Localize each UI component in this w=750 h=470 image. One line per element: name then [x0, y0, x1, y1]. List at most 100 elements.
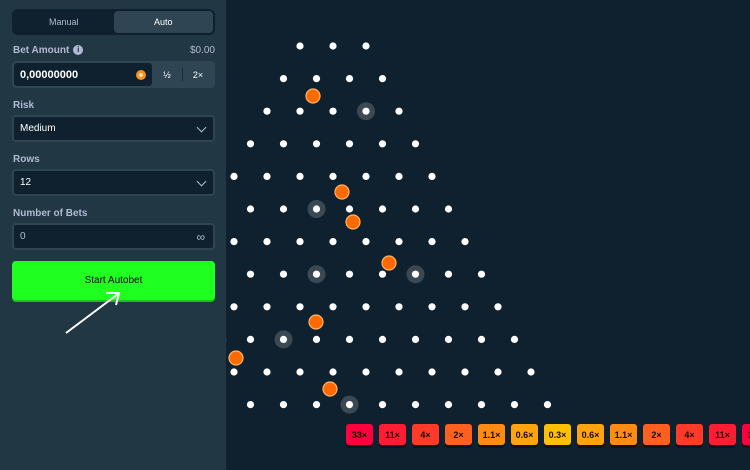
peg [444, 270, 453, 278]
rows-label: Rows [13, 154, 40, 165]
control-sidebar: Manual Auto Bet Amounti $0.00 ½ 2× Risk … [0, 0, 226, 470]
peg [296, 303, 304, 311]
plinko-ball [228, 350, 244, 366]
peg [461, 303, 469, 311]
peg [279, 270, 288, 278]
number-of-bets-input[interactable]: 0 ∞ [12, 223, 215, 250]
peg [395, 368, 403, 376]
multiplier-bin: 0.6× [511, 424, 538, 445]
rows-select[interactable]: 12 [12, 169, 215, 196]
peg [312, 335, 321, 343]
peg-field [226, 42, 552, 414]
half-bet-button[interactable]: ½ [152, 63, 182, 86]
peg [395, 172, 403, 180]
peg [296, 107, 304, 115]
peg [230, 172, 238, 180]
peg [527, 368, 535, 376]
multiplier-bin: 11× [379, 424, 406, 445]
peg [246, 270, 255, 278]
risk-select[interactable]: Medium [12, 115, 215, 142]
peg [329, 42, 337, 50]
peg [494, 368, 502, 376]
peg [378, 205, 387, 213]
peg [477, 401, 486, 409]
infinity-icon[interactable]: ∞ [196, 230, 205, 244]
bet-amount-input[interactable] [14, 63, 152, 86]
plinko-ball [308, 314, 324, 330]
peg [296, 42, 304, 50]
peg [230, 303, 238, 311]
peg [279, 335, 288, 343]
peg [345, 140, 354, 148]
peg [362, 172, 370, 180]
peg [329, 238, 337, 246]
peg [246, 401, 255, 409]
peg [263, 368, 271, 376]
double-bet-button[interactable]: 2× [183, 63, 213, 86]
peg [296, 368, 304, 376]
peg [477, 335, 486, 343]
plinko-app: Manual Auto Bet Amounti $0.00 ½ 2× Risk … [0, 0, 750, 470]
peg [444, 401, 453, 409]
risk-value: Medium [20, 123, 56, 134]
peg [296, 238, 304, 246]
peg [494, 303, 502, 311]
multiplier-bin: 1.1× [610, 424, 637, 445]
number-of-bets-value: 0 [20, 231, 26, 242]
number-of-bets-label: Number of Bets [13, 208, 88, 219]
peg [378, 401, 387, 409]
peg [411, 270, 420, 278]
plinko-ball [381, 255, 397, 271]
peg [428, 303, 436, 311]
peg [263, 107, 271, 115]
bet-input-wrap [14, 63, 152, 86]
peg [246, 205, 255, 213]
peg [345, 270, 354, 278]
peg [312, 401, 321, 409]
plinko-ball [322, 381, 338, 397]
bet-amount-label-row: Bet Amount i $0.00 [13, 45, 215, 56]
multiplier-bin: 1.1× [478, 424, 505, 445]
bitcoin-icon [136, 70, 146, 80]
risk-label-row: Risk [13, 100, 215, 111]
risk-label: Risk [13, 100, 35, 111]
peg [329, 368, 337, 376]
peg [345, 75, 354, 83]
peg [263, 172, 271, 180]
peg [411, 335, 420, 343]
rows-label-row: Rows [13, 154, 215, 165]
bet-amount-label-text: Bet Amount [13, 45, 70, 56]
peg [395, 238, 403, 246]
peg [312, 270, 321, 278]
tab-manual[interactable]: Manual [14, 11, 114, 33]
peg [329, 303, 337, 311]
info-icon[interactable]: i [73, 45, 84, 56]
peg [362, 303, 370, 311]
chevron-down-icon [196, 176, 207, 186]
multiplier-bin: 4× [412, 424, 439, 445]
pointer-arrow-icon [65, 292, 121, 334]
peg [345, 401, 354, 409]
peg [263, 238, 271, 246]
bet-amount-label: Bet Amount i [13, 45, 84, 56]
multiplier-bin: 33× [346, 424, 373, 445]
peg [378, 270, 387, 278]
peg [477, 270, 486, 278]
peg [230, 368, 238, 376]
peg [378, 140, 387, 148]
peg [279, 205, 288, 213]
peg [510, 401, 519, 409]
peg [312, 140, 321, 148]
peg [296, 172, 304, 180]
peg [362, 42, 370, 50]
peg [279, 401, 288, 409]
peg [312, 75, 321, 83]
tab-auto[interactable]: Auto [113, 11, 213, 33]
peg-glow [226, 336, 227, 343]
plinko-ball [345, 214, 361, 230]
peg [263, 303, 271, 311]
peg [246, 140, 255, 148]
peg [329, 172, 337, 180]
peg [312, 205, 321, 213]
peg [461, 238, 469, 246]
